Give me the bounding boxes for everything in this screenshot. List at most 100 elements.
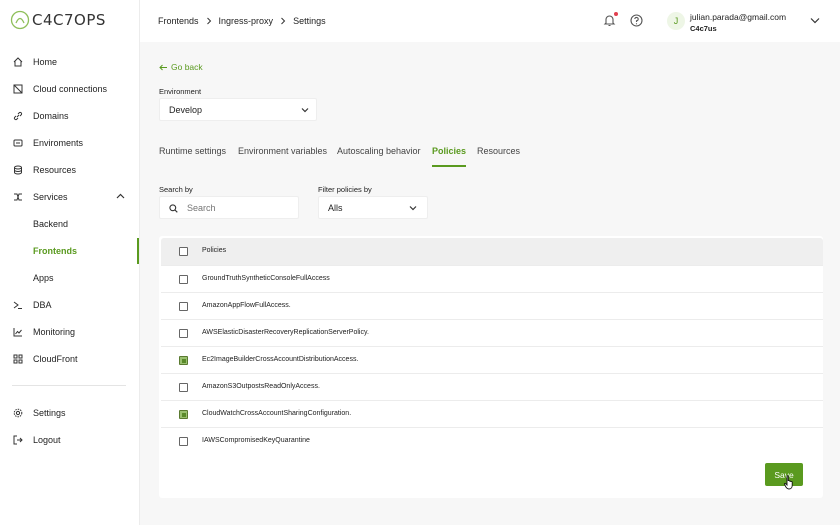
policy-name: AWSElasticDisasterRecoveryReplicationSer… [202,329,369,336]
breadcrumb-item-frontends[interactable]: Frontends [158,16,199,26]
sidebar-item-cloudfront[interactable]: CloudFront [0,346,139,372]
table-row[interactable]: Ec2ImageBuilderCrossAccountDistributionA… [161,346,823,373]
search-icon [169,204,178,213]
sidebar-item-label: Frontends [33,246,77,256]
sidebar-item-home[interactable]: Home [0,49,139,75]
sidebar-item-label: Home [33,57,58,67]
bell-icon[interactable] [603,14,616,27]
logo[interactable]: C4C7OPS [10,10,106,30]
logo-text: C4C7OPS [32,11,106,29]
home-icon [13,57,23,67]
policy-name: Ec2ImageBuilderCrossAccountDistributionA… [202,356,359,363]
hand-cursor-icon [784,475,793,490]
sidebar-item-cloud-connections[interactable]: Cloud connections [0,76,139,102]
policy-checkbox[interactable] [179,302,188,311]
chevron-right-icon [206,17,211,25]
filter-select[interactable]: Alls [318,196,428,219]
policy-name: AmazonAppFlowFullAccess. [202,302,291,309]
policy-checkbox[interactable] [179,275,188,284]
tab-resources[interactable]: Resources [477,146,520,165]
sidebar-item-label: DBA [33,300,52,310]
sidebar-item-dba[interactable]: DBA [0,292,139,318]
tab-runtime-settings[interactable]: Runtime settings [159,146,226,165]
sidebar-item-label: Backend [33,219,69,229]
table-row[interactable]: CloudWatchCrossAccountSharingConfigurati… [161,400,823,427]
sidebar-item-label: Services [33,192,68,202]
sidebar-item-backend[interactable]: Backend [0,211,139,237]
sidebar-item-settings[interactable]: Settings [0,400,139,426]
chevron-up-icon[interactable] [116,193,125,199]
sidebar-item-enviroments[interactable]: Enviroments [0,130,139,156]
environment-value: Develop [169,104,203,115]
cloudfront-icon [13,354,23,364]
policy-name: AmazonS3OutpostsReadOnlyAccess. [202,383,320,390]
user-email: julian.parada@gmail.com [690,12,787,22]
environment-select[interactable]: Develop [159,98,317,121]
sidebar-item-apps[interactable]: Apps [0,265,139,291]
logo-icon [10,10,30,30]
cloud-connections-icon [13,84,23,94]
sidebar-item-label: Apps [33,273,54,283]
policy-name: CloudWatchCrossAccountSharingConfigurati… [202,410,352,417]
table-row[interactable]: AmazonS3OutpostsReadOnlyAccess. [161,373,823,400]
chevron-down-icon[interactable] [810,17,820,24]
sidebar-item-domains[interactable]: Domains [0,103,139,129]
sidebar-item-label: Cloud connections [33,84,108,94]
notification-dot [614,12,618,16]
avatar[interactable]: J [667,12,685,30]
services-icon [14,193,22,201]
policy-name: GroundTruthSyntheticConsoleFullAccess [202,275,330,282]
filter-value: Alls [328,202,343,213]
tab-environment-variables[interactable]: Environment variables [238,146,327,165]
policy-name: IAWSCompromisedKeyQuarantine [202,437,310,444]
sidebar-item-label: Settings [33,408,66,418]
sidebar-divider [12,385,126,386]
sidebar-item-services[interactable]: Services [0,184,139,210]
environments-icon [13,139,23,147]
chevron-down-icon [301,108,309,113]
sidebar-item-label: Enviroments [33,138,84,148]
policy-checkbox[interactable] [179,437,188,446]
table-row[interactable]: IAWSCompromisedKeyQuarantine [161,427,823,454]
sidebar-item-label: CloudFront [33,354,78,364]
search-box [159,196,299,219]
breadcrumb-item-settings: Settings [293,16,326,26]
topbar: Frontends Ingress-proxy Settings J julia… [140,0,840,42]
sidebar-item-label: Domains [33,111,69,121]
user-org: C4c7us [690,24,717,33]
policy-checkbox[interactable] [179,329,188,338]
filter-label: Filter policies by [318,185,372,194]
sidebar-item-logout[interactable]: Logout [0,427,139,453]
breadcrumb: Frontends Ingress-proxy Settings [158,16,326,26]
sidebar-item-label: Logout [33,435,61,445]
link-icon [13,111,23,121]
environment-label: Environment [159,87,202,96]
table-row[interactable]: AmazonAppFlowFullAccess. [161,292,823,319]
column-header-policies: Policies [202,247,227,254]
sidebar: C4C7OPS Home Cloud connections Domains E… [0,0,140,525]
sidebar-item-frontends[interactable]: Frontends [0,238,139,264]
chevron-down-icon [409,206,417,211]
breadcrumb-item-ingress-proxy[interactable]: Ingress-proxy [219,16,274,26]
help-icon[interactable] [630,14,643,27]
policy-checkbox[interactable] [179,356,188,365]
sidebar-item-resources[interactable]: Resources [0,157,139,183]
select-all-checkbox[interactable] [179,247,188,256]
sidebar-item-label: Resources [33,165,77,175]
database-icon [14,165,22,175]
go-back-label: Go back [171,62,203,72]
table-row[interactable]: AWSElasticDisasterRecoveryReplicationSer… [161,319,823,346]
tab-policies[interactable]: Policies [432,146,467,167]
table-row[interactable]: GroundTruthSyntheticConsoleFullAccess [161,265,823,292]
sidebar-item-monitoring[interactable]: Monitoring [0,319,139,345]
go-back-link[interactable]: Go back [159,62,203,72]
arrow-left-icon [159,64,167,70]
search-input[interactable] [187,201,292,215]
logout-icon [13,435,23,445]
tab-autoscaling-behavior[interactable]: Autoscaling behavior [337,146,421,165]
policy-checkbox[interactable] [179,410,188,419]
chevron-right-icon [281,17,286,25]
policy-checkbox[interactable] [179,383,188,392]
sidebar-item-label: Monitoring [33,327,76,337]
table-header: Policies [161,238,823,265]
